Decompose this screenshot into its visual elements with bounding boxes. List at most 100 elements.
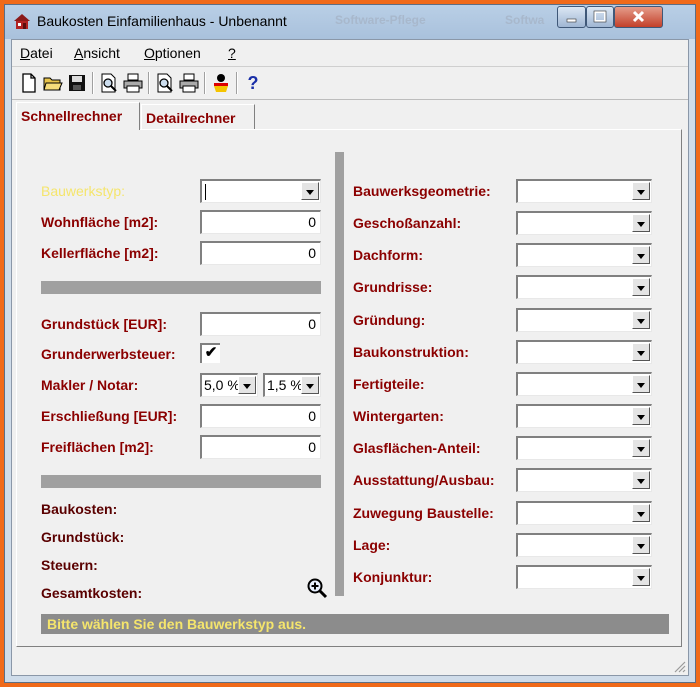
detail-option-label: Gründung: [353, 312, 426, 328]
print-icon[interactable] [122, 72, 144, 94]
gesamtkosten-label: Gesamtkosten: [41, 585, 143, 601]
detail-option-label: Glasflächen-Anteil: [353, 440, 481, 456]
tab-schnellrechner[interactable]: Schnellrechner [16, 102, 140, 130]
grundstueck-input[interactable]: 0 [200, 312, 321, 336]
text-caret [205, 184, 206, 200]
detail-option-select[interactable] [516, 533, 652, 557]
menu-mnemonic: A [74, 45, 84, 61]
detail-option-label: Konjunktur: [353, 569, 433, 585]
menu-label: ? [228, 45, 236, 61]
chevron-down-icon[interactable] [632, 246, 650, 264]
detail-option-select[interactable] [516, 211, 652, 235]
chevron-down-icon[interactable] [632, 182, 650, 200]
detail-option-label: Geschoßanzahl: [353, 215, 462, 231]
detail-option-select[interactable] [516, 243, 652, 267]
schnellrechner-panel: Bauwerkstyp: Wohnfläche [m2]: 0 Kellerfl… [16, 129, 682, 647]
wohnflaeche-label: Wohnfläche [m2]: [41, 214, 159, 230]
chevron-down-icon[interactable] [632, 439, 650, 457]
kellerflaeche-input[interactable]: 0 [200, 241, 321, 265]
zoom-in-icon[interactable] [306, 577, 328, 599]
print-icon[interactable] [178, 72, 200, 94]
title-bar[interactable]: Baukosten Einfamilienhaus - Unbenannt So… [5, 5, 695, 39]
close-button[interactable] [614, 6, 663, 28]
makler-select[interactable]: 5,0 % [200, 373, 258, 397]
minimize-icon [566, 18, 577, 23]
detail-option-select[interactable] [516, 501, 652, 525]
notar-select[interactable]: 1,5 % [263, 373, 321, 397]
grundstueck-summary-label: Grundstück: [41, 529, 125, 545]
detail-option-select[interactable] [516, 436, 652, 460]
grunderwerbsteuer-label: Grunderwerbsteuer: [41, 346, 176, 362]
freiflaechen-input[interactable]: 0 [200, 435, 321, 459]
detail-option-select[interactable] [516, 308, 652, 332]
column-divider [335, 152, 344, 596]
maximize-icon [593, 10, 607, 23]
notar-value: 1,5 % [267, 377, 303, 393]
section-divider [41, 475, 321, 488]
help-icon[interactable]: ? [242, 72, 264, 94]
chevron-down-icon[interactable] [632, 568, 650, 586]
freiflaechen-label: Freiflächen [m2]: [41, 439, 154, 455]
makler-value: 5,0 % [204, 377, 240, 393]
kellerflaeche-value: 0 [308, 245, 316, 261]
makler-notar-label: Makler / Notar: [41, 377, 139, 393]
detail-option-select[interactable] [516, 565, 652, 589]
detail-option-select[interactable] [516, 179, 652, 203]
chevron-down-icon[interactable] [238, 376, 256, 394]
tab-detailrechner[interactable]: Detailrechner [141, 104, 255, 130]
bauwerkstyp-label: Bauwerkstyp: [41, 183, 126, 199]
background-window-title: Softwa [505, 13, 545, 27]
toolbar-separator [204, 72, 206, 94]
menu-mnemonic: O [144, 45, 155, 61]
resize-grip-icon[interactable] [672, 659, 686, 673]
wohnflaeche-input[interactable]: 0 [200, 210, 321, 234]
detail-option-label: Bauwerksgeometrie: [353, 183, 491, 199]
chevron-down-icon[interactable] [632, 278, 650, 296]
chevron-down-icon[interactable] [632, 504, 650, 522]
window-title: Baukosten Einfamilienhaus - Unbenannt [37, 13, 287, 29]
steuern-label: Steuern: [41, 557, 98, 573]
new-document-icon[interactable] [18, 72, 40, 94]
menu-ansicht[interactable]: Ansicht [74, 45, 120, 61]
chevron-down-icon[interactable] [632, 214, 650, 232]
background-window-title: Software-Pflege [335, 13, 426, 27]
chevron-down-icon[interactable] [301, 376, 319, 394]
language-flag-de-icon[interactable] [210, 72, 232, 94]
menu-bar: Datei Ansicht Optionen ? [12, 40, 688, 67]
detail-option-label: Baukonstruktion: [353, 344, 469, 360]
grunderwerbsteuer-checkbox[interactable]: ✔ [200, 343, 220, 363]
open-folder-icon[interactable] [42, 72, 64, 94]
print-preview-icon[interactable] [154, 72, 176, 94]
client-area: Datei Ansicht Optionen ? ? Schnellrechne… [11, 39, 689, 676]
maximize-button[interactable] [586, 6, 614, 28]
menu-label: atei [30, 45, 53, 61]
detail-option-select[interactable] [516, 275, 652, 299]
save-disk-icon[interactable] [66, 72, 88, 94]
bauwerkstyp-select[interactable] [200, 179, 321, 203]
detail-option-select[interactable] [516, 404, 652, 428]
freiflaechen-value: 0 [308, 439, 316, 455]
section-divider [41, 281, 321, 294]
detail-option-select[interactable] [516, 372, 652, 396]
print-preview-icon[interactable] [98, 72, 120, 94]
detail-option-select[interactable] [516, 468, 652, 492]
app-window: Baukosten Einfamilienhaus - Unbenannt So… [4, 4, 696, 683]
menu-optionen[interactable]: Optionen [144, 45, 201, 61]
detail-option-select[interactable] [516, 340, 652, 364]
wohnflaeche-value: 0 [308, 214, 316, 230]
detail-option-label: Lage: [353, 537, 391, 553]
house-app-icon [14, 14, 30, 29]
chevron-down-icon[interactable] [632, 343, 650, 361]
menu-label: nsicht [83, 45, 120, 61]
minimize-button[interactable] [557, 6, 586, 28]
chevron-down-icon[interactable] [632, 407, 650, 425]
chevron-down-icon[interactable] [632, 375, 650, 393]
chevron-down-icon[interactable] [632, 311, 650, 329]
chevron-down-icon[interactable] [632, 471, 650, 489]
close-icon [632, 10, 645, 23]
menu-help[interactable]: ? [228, 45, 236, 61]
erschliessung-input[interactable]: 0 [200, 404, 321, 428]
chevron-down-icon[interactable] [301, 182, 319, 200]
chevron-down-icon[interactable] [632, 536, 650, 554]
menu-datei[interactable]: Datei [20, 45, 53, 61]
